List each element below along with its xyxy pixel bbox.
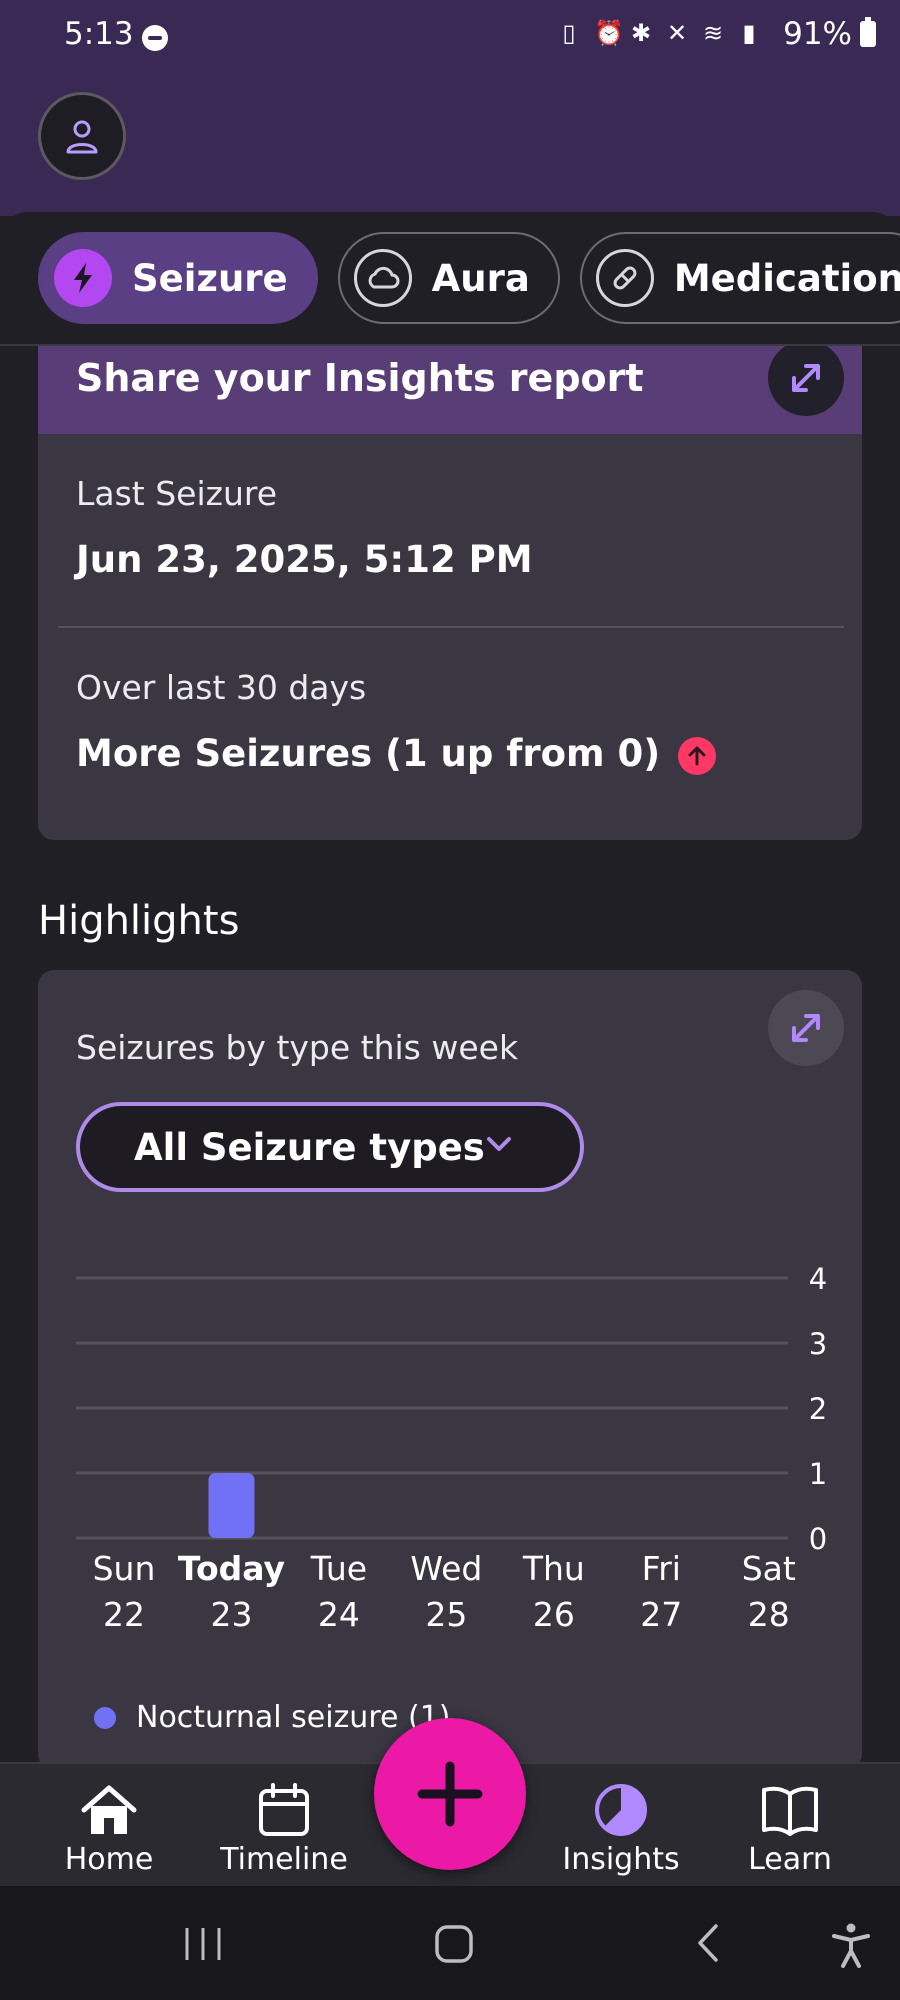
x-tick-day: Thu [522, 1549, 585, 1588]
tab-seizure[interactable]: Seizure [38, 232, 318, 324]
x-tick-day: Fri [642, 1549, 681, 1588]
x-tick-date: 28 [748, 1595, 790, 1634]
alarm-icon: ⏰ [594, 19, 624, 47]
y-tick-label: 2 [809, 1392, 827, 1426]
profile-button[interactable] [38, 92, 126, 180]
period-label: Over last 30 days [76, 668, 367, 707]
tab-label: Aura [431, 256, 530, 300]
battery-percent: 91% [783, 16, 852, 52]
x-tick-date: 24 [318, 1595, 360, 1634]
pie-chart-icon [595, 1784, 647, 1836]
x-tick-date: 22 [103, 1595, 145, 1634]
seizures-by-type-card: Seizures by type this week All Seizure t… [38, 970, 862, 1770]
last-seizure-label: Last Seizure [76, 474, 278, 513]
system-nav-bar [0, 1886, 900, 2000]
y-tick-label: 0 [809, 1522, 827, 1556]
weekly-seizure-chart: 01234Sun22Today23Tue24Wed25Thu26Fri27Sat… [76, 1262, 827, 1634]
battery-icon [860, 17, 876, 47]
x-tick-day: Sun [93, 1549, 156, 1588]
nav-insights[interactable]: Insights [546, 1764, 696, 1888]
status-time: 5:13 [64, 16, 134, 52]
pill-icon [595, 249, 654, 307]
bar [208, 1473, 255, 1538]
book-icon [762, 1786, 818, 1836]
tab-medication[interactable]: Medication [579, 232, 900, 324]
highlights-heading: Highlights [38, 898, 240, 944]
app-header [0, 80, 900, 216]
nav-timeline[interactable]: Timeline [209, 1764, 359, 1888]
back-icon[interactable] [694, 1922, 722, 1964]
insights-report-header[interactable]: Share your Insights report [38, 346, 862, 434]
x-tick-date: 27 [640, 1595, 682, 1634]
insights-report-title: Share your Insights report [76, 356, 644, 400]
expand-icon [792, 364, 820, 392]
dnd-icon [142, 25, 168, 51]
recent-apps-icon[interactable] [182, 1926, 224, 1962]
home-icon [81, 1785, 137, 1834]
y-tick-label: 3 [809, 1327, 827, 1361]
period-value: More Seizures (1 up from 0) [76, 732, 661, 775]
nav-label: Learn [748, 1842, 832, 1877]
chart-legend: Nocturnal seizure (1) [94, 1700, 451, 1735]
y-tick-label: 1 [809, 1457, 827, 1491]
signal-icon: ▮ [742, 19, 756, 47]
x-tick-day: Today [178, 1549, 285, 1588]
status-bar: 5:13 ▯ ⏰ ✱ ✕ ≋ ▮ 91% [0, 0, 900, 80]
category-tabs: Seizure Aura Medication [38, 232, 900, 324]
calendar-icon [259, 1783, 309, 1836]
period-summary: More Seizures (1 up from 0) [76, 732, 717, 775]
legend-label: Nocturnal seizure (1) [136, 1700, 451, 1735]
card-divider [58, 626, 844, 628]
x-tick-day: Wed [410, 1549, 482, 1588]
tab-aura[interactable]: Aura [337, 232, 560, 324]
bolt-icon [54, 249, 112, 307]
nav-label: Insights [562, 1842, 680, 1877]
insights-report-card: Share your Insights report Last Seizure … [38, 346, 862, 840]
nav-label: Timeline [220, 1842, 348, 1877]
x-tick-date: 25 [425, 1595, 467, 1634]
status-icons: ▯ ⏰ ✱ ✕ ≋ ▮ [558, 20, 760, 46]
accessibility-icon[interactable] [830, 1922, 872, 1968]
tab-label: Seizure [132, 256, 288, 300]
x-tick-date: 23 [210, 1595, 252, 1634]
legend-swatch [94, 1706, 116, 1729]
tab-label: Medication [673, 256, 900, 300]
nav-label: Home [64, 1842, 154, 1877]
x-tick-day: Sat [742, 1549, 796, 1588]
x-tick-date: 26 [533, 1595, 575, 1634]
nav-learn[interactable]: Learn [715, 1764, 865, 1888]
share-expand-button[interactable] [768, 346, 844, 416]
last-seizure-value: Jun 23, 2025, 5:12 PM [76, 538, 533, 581]
user-icon [66, 120, 98, 154]
battery-indicator: 91% [783, 16, 876, 52]
bluetooth-icon: ✱ [630, 19, 652, 47]
wifi-icon: ≋ [702, 19, 724, 47]
plus-icon [417, 1761, 483, 1827]
arrow-up-icon [678, 736, 717, 775]
x-tick-day: Tue [310, 1549, 367, 1588]
home-nav-icon[interactable] [434, 1924, 474, 1964]
nav-home[interactable]: Home [34, 1764, 184, 1888]
mute-icon: ✕ [666, 19, 688, 47]
cloud-icon [353, 249, 412, 307]
y-tick-label: 4 [809, 1262, 827, 1296]
battery-saver-icon: ▯ [562, 19, 576, 47]
add-entry-button[interactable] [374, 1718, 526, 1870]
